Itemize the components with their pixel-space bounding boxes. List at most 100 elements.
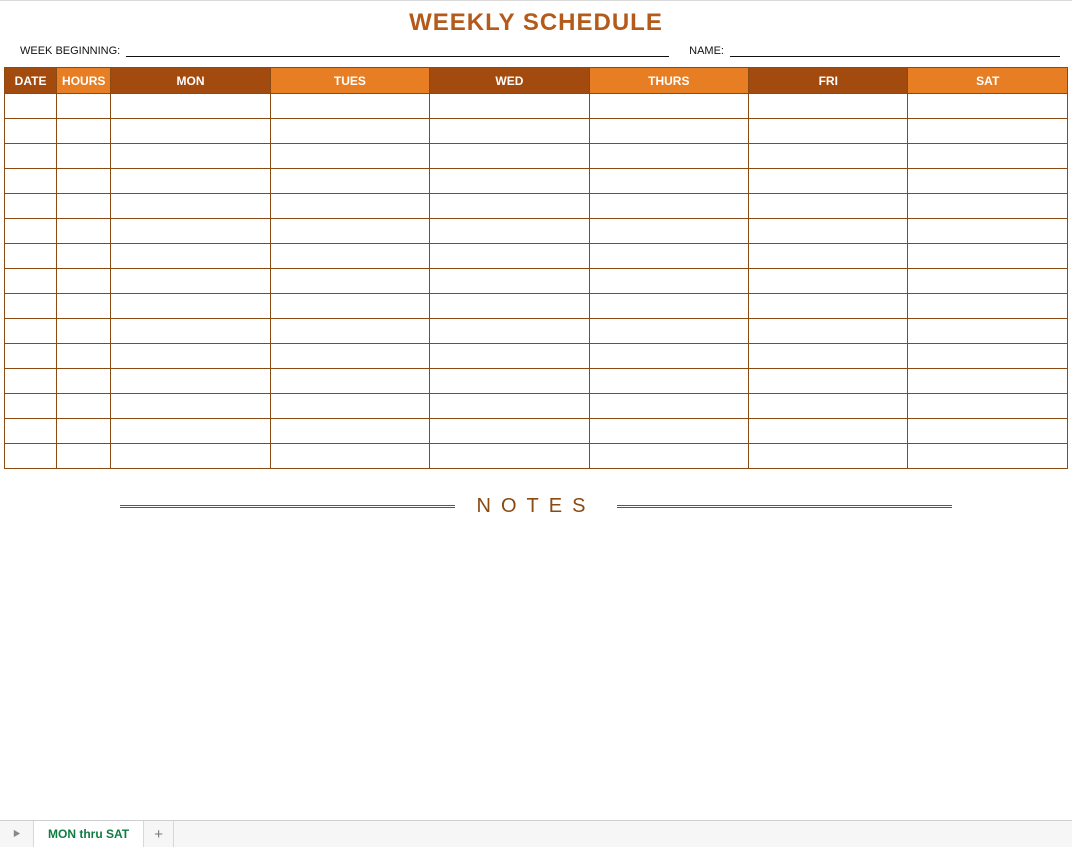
cell-fri[interactable] [749,94,908,119]
name-field[interactable] [730,43,1060,57]
cell-hours[interactable] [57,444,111,469]
cell-thurs[interactable] [589,94,748,119]
cell-fri[interactable] [749,244,908,269]
cell-tues[interactable] [270,269,429,294]
cell-tues[interactable] [270,194,429,219]
cell-sat[interactable] [908,94,1068,119]
cell-sat[interactable] [908,194,1068,219]
cell-hours[interactable] [57,394,111,419]
cell-fri[interactable] [749,319,908,344]
cell-date[interactable] [5,144,57,169]
cell-fri[interactable] [749,394,908,419]
cell-hours[interactable] [57,169,111,194]
cell-hours[interactable] [57,369,111,394]
cell-wed[interactable] [430,294,589,319]
cell-sat[interactable] [908,144,1068,169]
cell-tues[interactable] [270,169,429,194]
cell-thurs[interactable] [589,119,748,144]
cell-fri[interactable] [749,444,908,469]
cell-wed[interactable] [430,144,589,169]
cell-date[interactable] [5,244,57,269]
cell-hours[interactable] [57,319,111,344]
cell-fri[interactable] [749,294,908,319]
cell-hours[interactable] [57,294,111,319]
cell-tues[interactable] [270,394,429,419]
cell-wed[interactable] [430,269,589,294]
cell-hours[interactable] [57,194,111,219]
cell-hours[interactable] [57,144,111,169]
cell-thurs[interactable] [589,244,748,269]
cell-fri[interactable] [749,269,908,294]
cell-date[interactable] [5,394,57,419]
cell-wed[interactable] [430,394,589,419]
cell-fri[interactable] [749,169,908,194]
cell-date[interactable] [5,369,57,394]
cell-sat[interactable] [908,369,1068,394]
cell-thurs[interactable] [589,269,748,294]
cell-mon[interactable] [111,119,270,144]
cell-tues[interactable] [270,294,429,319]
cell-mon[interactable] [111,94,270,119]
cell-thurs[interactable] [589,419,748,444]
cell-date[interactable] [5,94,57,119]
cell-tues[interactable] [270,219,429,244]
cell-tues[interactable] [270,319,429,344]
cell-wed[interactable] [430,369,589,394]
cell-mon[interactable] [111,419,270,444]
cell-date[interactable] [5,219,57,244]
cell-wed[interactable] [430,194,589,219]
cell-wed[interactable] [430,219,589,244]
add-sheet-button[interactable]: + [144,821,174,847]
cell-date[interactable] [5,194,57,219]
cell-mon[interactable] [111,269,270,294]
cell-sat[interactable] [908,394,1068,419]
cell-fri[interactable] [749,119,908,144]
tab-scroll-button[interactable] [0,821,34,847]
cell-thurs[interactable] [589,144,748,169]
cell-mon[interactable] [111,294,270,319]
cell-sat[interactable] [908,169,1068,194]
cell-thurs[interactable] [589,194,748,219]
cell-wed[interactable] [430,319,589,344]
cell-fri[interactable] [749,369,908,394]
cell-sat[interactable] [908,219,1068,244]
cell-thurs[interactable] [589,394,748,419]
cell-wed[interactable] [430,244,589,269]
cell-wed[interactable] [430,94,589,119]
cell-sat[interactable] [908,269,1068,294]
cell-tues[interactable] [270,244,429,269]
cell-wed[interactable] [430,169,589,194]
cell-fri[interactable] [749,419,908,444]
cell-mon[interactable] [111,444,270,469]
cell-tues[interactable] [270,144,429,169]
cell-wed[interactable] [430,119,589,144]
cell-thurs[interactable] [589,344,748,369]
cell-hours[interactable] [57,219,111,244]
cell-sat[interactable] [908,119,1068,144]
cell-thurs[interactable] [589,169,748,194]
cell-date[interactable] [5,169,57,194]
cell-mon[interactable] [111,219,270,244]
cell-tues[interactable] [270,444,429,469]
cell-mon[interactable] [111,194,270,219]
cell-thurs[interactable] [589,444,748,469]
cell-hours[interactable] [57,94,111,119]
cell-thurs[interactable] [589,294,748,319]
cell-sat[interactable] [908,294,1068,319]
cell-date[interactable] [5,319,57,344]
cell-hours[interactable] [57,419,111,444]
cell-mon[interactable] [111,244,270,269]
cell-sat[interactable] [908,444,1068,469]
cell-tues[interactable] [270,419,429,444]
cell-wed[interactable] [430,419,589,444]
cell-tues[interactable] [270,119,429,144]
cell-fri[interactable] [749,344,908,369]
cell-tues[interactable] [270,344,429,369]
cell-date[interactable] [5,269,57,294]
cell-date[interactable] [5,294,57,319]
cell-date[interactable] [5,419,57,444]
cell-thurs[interactable] [589,219,748,244]
cell-mon[interactable] [111,369,270,394]
cell-tues[interactable] [270,94,429,119]
cell-mon[interactable] [111,169,270,194]
